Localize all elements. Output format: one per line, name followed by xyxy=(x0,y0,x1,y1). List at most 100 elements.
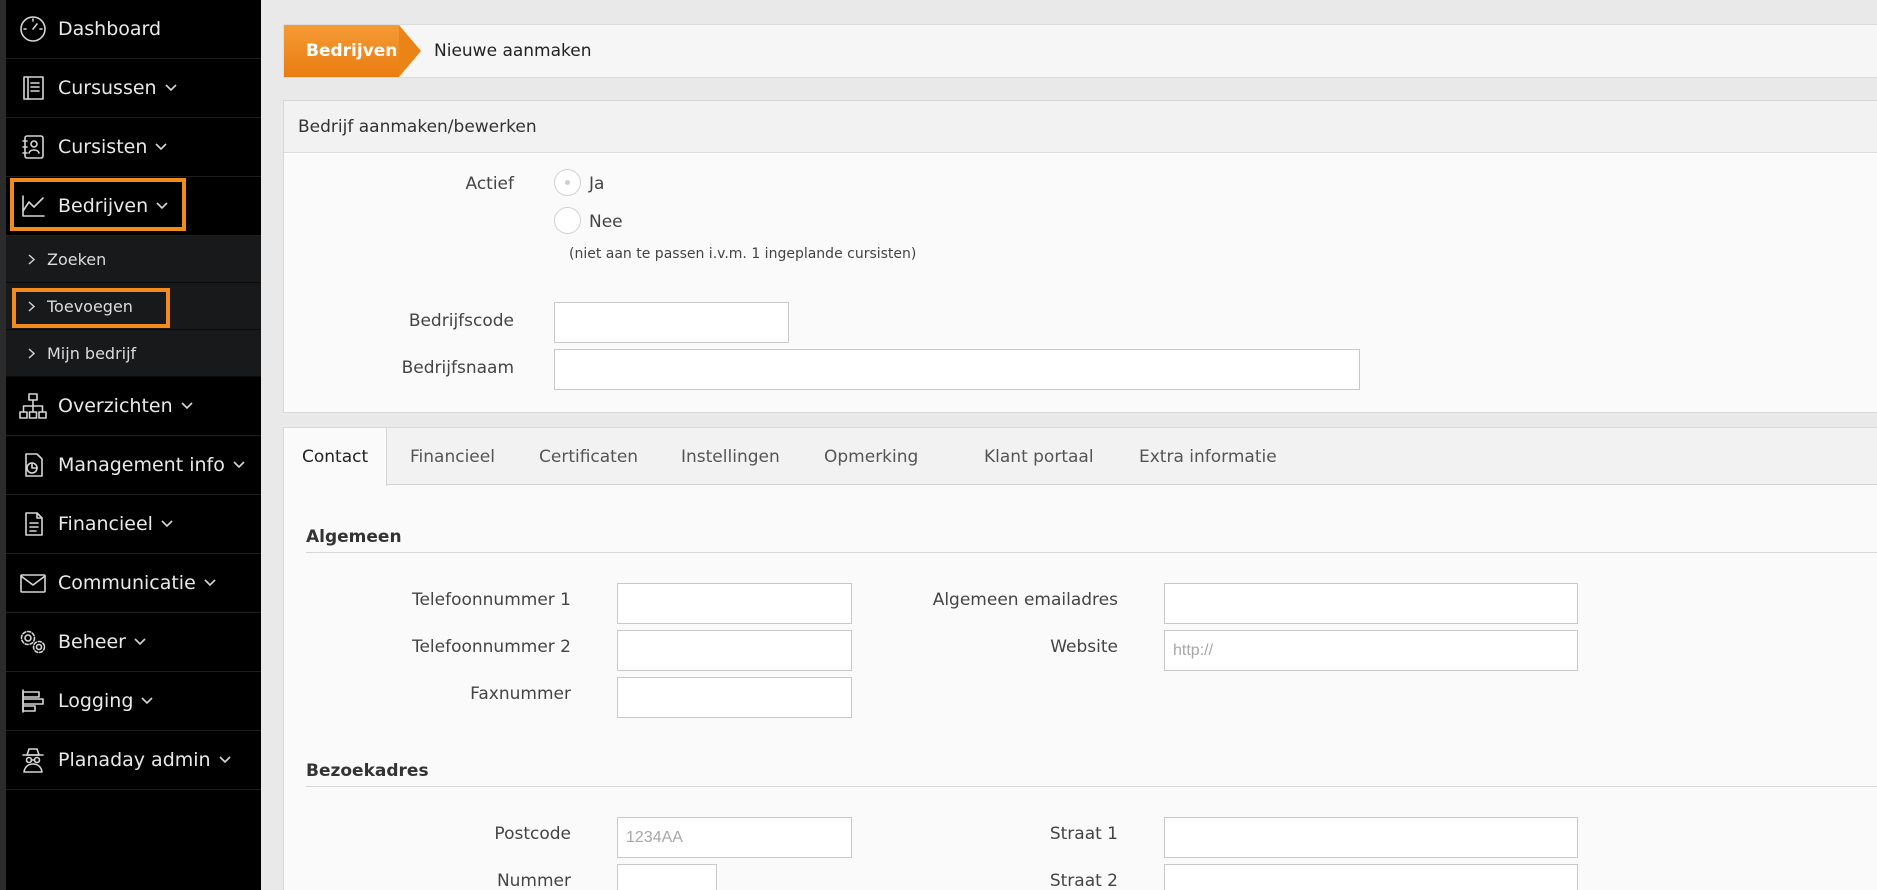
envelope-icon xyxy=(16,566,50,600)
panel-body: Actief Ja Nee (niet aan te passen i.v.m.… xyxy=(284,154,1877,412)
chevron-down-icon xyxy=(155,141,167,153)
sidebar-subitem-toevoegen[interactable]: Toevoegen xyxy=(6,283,261,330)
chevron-down-icon xyxy=(219,754,231,766)
breadcrumb: Bedrijven Nieuwe aanmaken xyxy=(283,24,1877,78)
dashboard-gauge-icon xyxy=(16,12,50,46)
sidebar-item-label: Planaday admin xyxy=(58,749,211,771)
fax-input[interactable] xyxy=(617,677,852,718)
gears-icon xyxy=(16,625,50,659)
sidebar-item-logging[interactable]: Logging xyxy=(6,672,261,731)
section-bezoekadres: Bezoekadres xyxy=(306,761,429,781)
sidebar-subitem-label: Toevoegen xyxy=(47,296,133,316)
website-input[interactable] xyxy=(1164,630,1578,671)
sidebar-item-label: Cursisten xyxy=(58,136,148,158)
radio-nee-label: Nee xyxy=(589,212,623,232)
main-content: Bedrijven Nieuwe aanmaken Bedrijf aanmak… xyxy=(261,0,1877,890)
sidebar-item-label: Overzichten xyxy=(58,395,173,417)
fax-label: Faxnummer xyxy=(470,684,571,704)
email-input[interactable] xyxy=(1164,583,1578,624)
bedrijfsnaam-label: Bedrijfsnaam xyxy=(401,358,514,378)
sidebar-item-financieel[interactable]: Financieel xyxy=(6,495,261,554)
log-bars-icon xyxy=(16,684,50,718)
sidebar-item-cursussen[interactable]: Cursussen xyxy=(6,59,261,118)
sidebar-item-label: Management info xyxy=(58,454,225,476)
sidebar-item-bedrijven[interactable]: Bedrijven xyxy=(6,177,261,236)
chevron-down-icon xyxy=(181,400,193,412)
straat2-label: Straat 2 xyxy=(1049,871,1118,890)
chevron-right-icon xyxy=(28,347,38,359)
straat1-input[interactable] xyxy=(1164,817,1578,858)
sidebar-item-overzichten[interactable]: Overzichten xyxy=(6,377,261,436)
straat2-input[interactable] xyxy=(1164,864,1578,890)
sidebar-subitem-mijn-bedrijf[interactable]: Mijn bedrijf xyxy=(6,330,261,377)
radio-ja[interactable] xyxy=(554,169,581,196)
sidebar-item-dashboard[interactable]: Dashboard xyxy=(6,0,261,59)
postcode-input[interactable] xyxy=(617,817,852,858)
sidebar-item-label: Bedrijven xyxy=(58,195,149,217)
org-chart-icon xyxy=(16,389,50,423)
bedrijven-submenu: Zoeken Toevoegen Mijn bedrijf xyxy=(6,236,261,377)
tab-instellingen[interactable]: Instellingen xyxy=(681,428,780,485)
book-icon xyxy=(16,71,50,105)
sidebar-item-label: Financieel xyxy=(58,513,153,535)
postcode-label: Postcode xyxy=(494,824,571,844)
bedrijfscode-input[interactable] xyxy=(554,302,789,343)
company-form-panel: Bedrijf aanmaken/bewerken Actief Ja Nee … xyxy=(283,100,1877,413)
sidebar-subitem-zoeken[interactable]: Zoeken xyxy=(6,236,261,283)
chevron-right-icon xyxy=(28,300,38,312)
tab-opmerking[interactable]: Opmerking xyxy=(824,428,918,485)
tab-contact[interactable]: Contact xyxy=(284,428,388,486)
section-algemeen: Algemeen xyxy=(306,527,402,547)
telefoon2-input[interactable] xyxy=(617,630,852,671)
contact-book-icon xyxy=(16,130,50,164)
sidebar-item-label: Communicatie xyxy=(58,572,196,594)
chevron-down-icon xyxy=(233,459,245,471)
details-tabs-panel: Contact Financieel Certificaten Instelli… xyxy=(283,427,1877,890)
telefoon2-label: Telefoonnummer 2 xyxy=(411,637,571,657)
sidebar: Dashboard Cursussen Cursisten Bedrijven … xyxy=(0,0,261,890)
spy-icon xyxy=(16,743,50,777)
chevron-down-icon xyxy=(204,577,216,589)
tab-certificaten[interactable]: Certificaten xyxy=(539,428,638,485)
bedrijfscode-label: Bedrijfscode xyxy=(408,311,514,331)
sidebar-item-label: Dashboard xyxy=(58,18,162,40)
chevron-down-icon xyxy=(134,636,146,648)
actief-label: Actief xyxy=(465,174,514,194)
chevron-down-icon xyxy=(141,695,153,707)
straat1-label: Straat 1 xyxy=(1049,824,1118,844)
sidebar-item-management-info[interactable]: Management info xyxy=(6,436,261,495)
tab-extra-informatie[interactable]: Extra informatie xyxy=(1139,428,1277,485)
chevron-down-icon xyxy=(165,82,177,94)
chevron-down-icon xyxy=(161,518,173,530)
sidebar-item-planaday-admin[interactable]: Planaday admin xyxy=(6,731,261,790)
sidebar-subitem-label: Mijn bedrijf xyxy=(47,343,137,363)
actief-note: (niet aan te passen i.v.m. 1 ingeplande … xyxy=(569,246,917,262)
tab-klant-portaal[interactable]: Klant portaal xyxy=(984,428,1094,485)
pie-document-icon xyxy=(16,448,50,482)
breadcrumb-arrow xyxy=(399,25,421,77)
sidebar-item-communicatie[interactable]: Communicatie xyxy=(6,554,261,613)
telefoon1-input[interactable] xyxy=(617,583,852,624)
sidebar-item-label: Cursussen xyxy=(58,77,157,99)
website-label: Website xyxy=(1050,637,1118,657)
nummer-input[interactable] xyxy=(617,864,717,890)
section-divider xyxy=(306,552,1877,553)
sidebar-item-cursisten[interactable]: Cursisten xyxy=(6,118,261,177)
breadcrumb-section[interactable]: Bedrijven xyxy=(284,25,399,77)
email-label: Algemeen emailadres xyxy=(932,590,1118,610)
radio-nee[interactable] xyxy=(554,207,581,234)
sidebar-item-label: Beheer xyxy=(58,631,126,653)
company-chart-icon xyxy=(16,189,50,223)
bedrijfsnaam-input[interactable] xyxy=(554,349,1360,390)
radio-ja-label: Ja xyxy=(589,174,605,194)
sidebar-item-beheer[interactable]: Beheer xyxy=(6,613,261,672)
document-lines-icon xyxy=(16,507,50,541)
nummer-label: Nummer xyxy=(496,871,571,890)
tab-financieel[interactable]: Financieel xyxy=(410,428,495,485)
telefoon1-label: Telefoonnummer 1 xyxy=(411,590,571,610)
tab-bar: Contact Financieel Certificaten Instelli… xyxy=(284,428,1877,486)
breadcrumb-current: Nieuwe aanmaken xyxy=(434,41,592,61)
section-divider xyxy=(306,786,1877,787)
chevron-right-icon xyxy=(28,253,38,265)
sidebar-item-label: Logging xyxy=(58,690,134,712)
